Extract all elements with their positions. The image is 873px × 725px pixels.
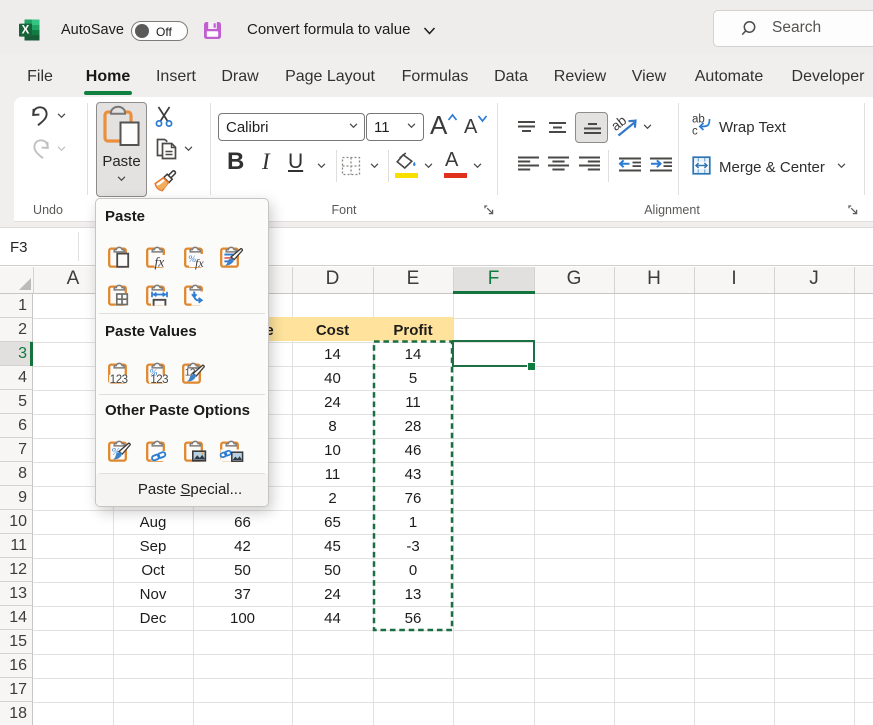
svg-text:fx: fx [155, 255, 165, 270]
svg-text:123: 123 [150, 374, 168, 386]
svg-text:123: 123 [110, 374, 128, 386]
svg-text:fx: fx [195, 256, 204, 270]
svg-text:X: X [22, 25, 30, 37]
svg-text:c: c [692, 126, 698, 138]
